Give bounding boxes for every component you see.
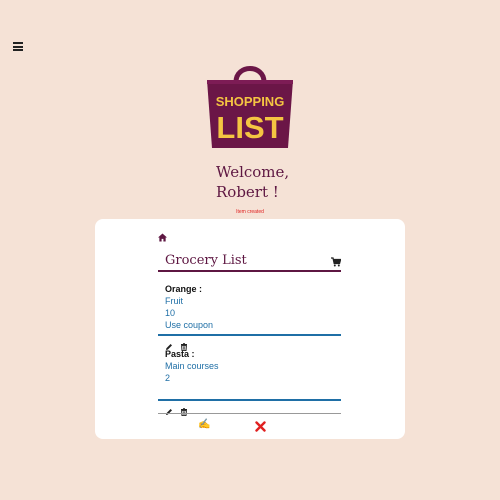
pencil-icon[interactable] — [165, 338, 173, 350]
item-quantity: 2 — [165, 373, 171, 383]
item-name: Pasta : — [165, 349, 195, 359]
logo-text-shopping: SHOPPING — [216, 94, 285, 109]
welcome-line: Welcome, — [216, 163, 290, 181]
hamburger-menu-icon[interactable] — [13, 42, 23, 51]
home-icon[interactable] — [158, 229, 167, 242]
list-item: Pasta : Main courses 2 — [158, 349, 341, 417]
trash-icon[interactable] — [180, 338, 188, 352]
item-divider — [158, 399, 341, 401]
item-category: Main courses — [165, 361, 219, 371]
menu-bar — [13, 45, 23, 48]
menu-bar — [13, 49, 23, 51]
welcome-message: Welcome, Robert ! — [216, 162, 289, 202]
menu-bar — [13, 42, 23, 44]
red-x-icon[interactable] — [255, 419, 266, 432]
grocery-list-card: Grocery List Orange : Fruit 10 Use coupo… — [95, 219, 405, 439]
list-title: Grocery List — [165, 253, 247, 268]
cart-icon[interactable] — [331, 254, 342, 267]
trash-icon[interactable] — [180, 403, 188, 417]
logo-text-list: LIST — [216, 110, 283, 145]
item-name: Orange : — [165, 284, 203, 294]
item-quantity: 10 — [165, 308, 176, 318]
flash-message: Item created — [236, 209, 264, 215]
writing-hand-icon[interactable]: ✍ — [198, 420, 210, 430]
item-note: Use coupon — [165, 320, 214, 330]
list-item: Orange : Fruit 10 Use coupon — [158, 284, 341, 352]
pencil-icon[interactable] — [165, 403, 173, 415]
item-divider — [158, 334, 341, 336]
user-name: Robert ! — [216, 183, 279, 201]
footer-divider — [158, 413, 341, 414]
shopping-list-logo: SHOPPING LIST — [204, 62, 296, 150]
list-header: Grocery List — [158, 252, 342, 272]
item-category: Fruit — [165, 296, 183, 306]
